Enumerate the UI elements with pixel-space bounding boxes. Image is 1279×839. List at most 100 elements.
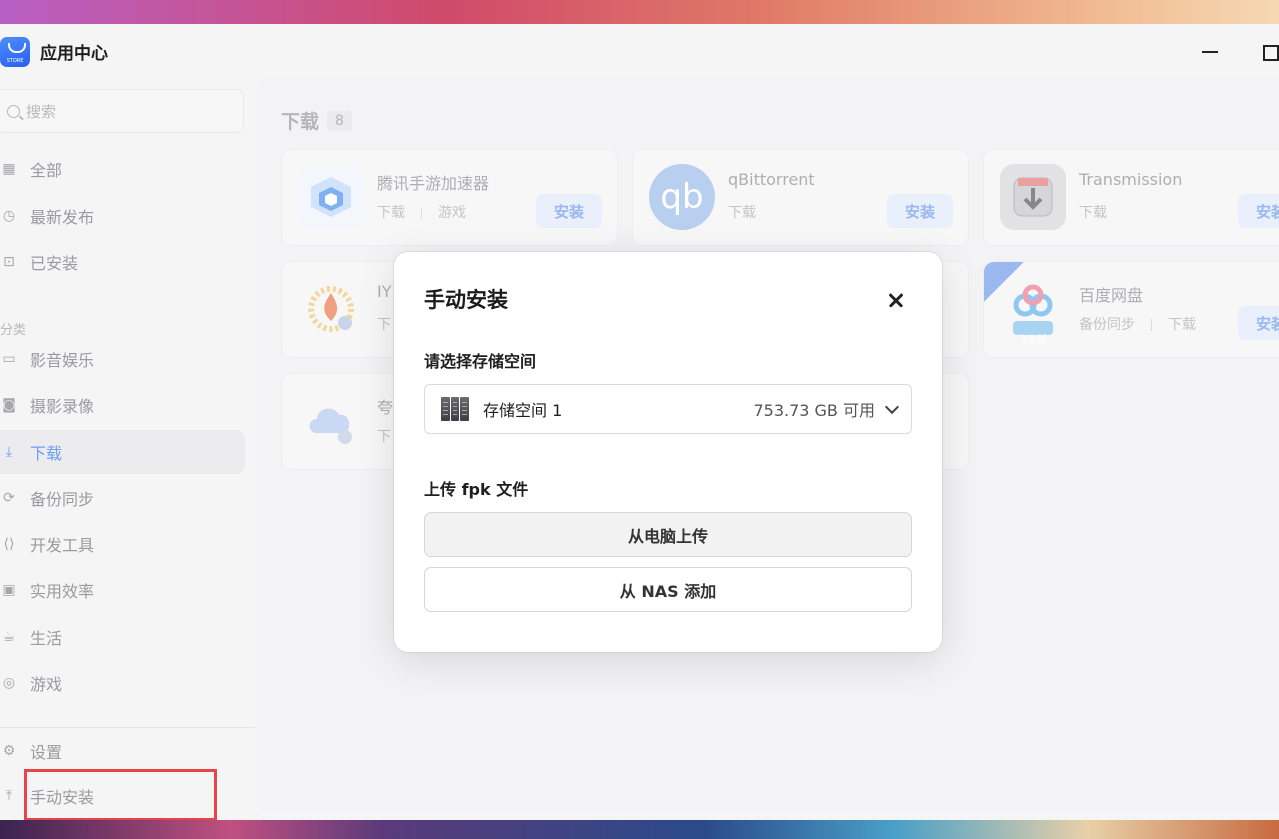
camera-icon: ◙ <box>2 397 16 413</box>
upload-from-pc-button[interactable]: 从电脑上传 <box>424 512 912 557</box>
download-icon: ⤓ <box>5 444 13 460</box>
sidebar-item-life[interactable]: ☕ 生活 <box>0 615 245 659</box>
cup-icon: ☕ <box>2 629 16 645</box>
upload-label: 上传 fpk 文件 <box>424 480 529 499</box>
dialog-title: 手动安装 <box>424 288 508 312</box>
search-input[interactable]: 搜索 <box>0 89 244 133</box>
sidebar-item-download[interactable]: ⤓ 下载 <box>0 430 245 474</box>
sidebar-item-photo[interactable]: ◙ 摄影录像 <box>0 383 245 427</box>
app-name: qBittorrent <box>728 170 815 189</box>
sidebar-item-backup[interactable]: ⟳ 备份同步 <box>0 476 245 520</box>
briefcase-icon: ▣ <box>2 582 16 598</box>
app-card[interactable]: Transmission 下载 安装 <box>983 149 1279 246</box>
app-tags: 下 <box>377 426 391 446</box>
desktop-wallpaper <box>0 820 1279 839</box>
storage-name: 存储空间 1 <box>483 401 563 420</box>
sidebar-item-label: 实用效率 <box>30 582 95 601</box>
logo-text: STORE <box>6 57 24 64</box>
app-tag: 下载 <box>1079 205 1107 221</box>
install-button[interactable]: 安装 <box>887 194 953 228</box>
app-name: 百度网盘 <box>1079 286 1144 305</box>
sync-icon: ⟳ <box>3 490 15 506</box>
app-card[interactable]: 腾讯手游加速器 下载 游戏 安装 <box>281 149 618 246</box>
search-icon <box>7 104 20 118</box>
video-icon: ▭ <box>2 351 16 367</box>
sidebar-item-productivity[interactable]: ▣ 实用效率 <box>0 568 245 612</box>
sidebar-item-label: 生活 <box>30 629 63 648</box>
grid-icon: ▦ <box>2 161 16 177</box>
app-tags: 下载 游戏 <box>377 202 466 222</box>
storage-free-space: 753.73 GB 可用 <box>753 401 875 420</box>
upload-icon: ⤒ <box>5 788 13 804</box>
sidebar-item-devtools[interactable]: ⟨⟩ 开发工具 <box>0 522 245 566</box>
qbittorrent-icon: qb <box>649 164 715 230</box>
search-placeholder: 搜索 <box>26 102 57 121</box>
title-bar: STORE 应用中心 <box>0 24 1279 79</box>
app-name: IY <box>377 282 392 301</box>
app-store-logo-icon: STORE <box>0 36 30 67</box>
iyuu-icon <box>298 276 364 342</box>
minimize-button[interactable] <box>1199 40 1221 62</box>
sidebar-item-label: 下载 <box>30 444 63 463</box>
storage-server-icon <box>441 397 470 421</box>
storage-label: 请选择存储空间 <box>424 352 537 371</box>
app-name: Transmission <box>1079 170 1183 189</box>
transmission-icon <box>1000 164 1066 230</box>
section-title: 下载 8 <box>281 107 352 134</box>
app-tags: 下载 <box>728 202 756 222</box>
app-title: 应用中心 <box>40 44 108 64</box>
count-badge: 8 <box>327 110 352 131</box>
quark-cloud-icon <box>298 388 364 454</box>
app-name: 夸 <box>377 398 394 417</box>
app-name: 腾讯手游加速器 <box>377 174 490 193</box>
app-card[interactable]: qb qBittorrent 下载 安装 <box>632 149 969 246</box>
sidebar-item-label: 游戏 <box>30 675 63 694</box>
close-icon[interactable] <box>886 290 906 310</box>
install-button[interactable]: 安装 <box>1238 306 1279 340</box>
sidebar-item-label: 全部 <box>30 161 63 180</box>
sidebar-item-games[interactable]: ◎ 游戏 <box>0 661 245 705</box>
clock-icon: ◷ <box>2 208 16 224</box>
sidebar-item-all[interactable]: ▦ 全部 <box>0 147 245 191</box>
install-button[interactable]: 安装 <box>536 194 602 228</box>
baidu-netdisk-icon: 飞牛版 <box>1000 276 1066 346</box>
chevron-down-icon <box>884 399 900 414</box>
sidebar-item-label: 设置 <box>30 743 63 762</box>
maximize-button[interactable] <box>1257 40 1279 62</box>
highlight-annotation-box <box>24 769 217 820</box>
app-tag: 下 <box>377 317 391 333</box>
app-tag: 下载 <box>377 205 405 221</box>
install-button[interactable]: 安装 <box>1238 194 1279 228</box>
sidebar: 搜索 ▦ 全部 ◷ 最新发布 ⊡ 已安装 分类 ▭ 影音娱乐 ◙ 摄影录像 ⤓ … <box>0 79 255 820</box>
sidebar-item-label: 最新发布 <box>30 208 95 227</box>
app-tag: 下载 <box>1168 317 1196 333</box>
app-tag: 下载 <box>728 205 756 221</box>
code-icon: ⟨⟩ <box>3 536 15 552</box>
app-tag: 下 <box>377 429 391 445</box>
sidebar-item-label: 摄影录像 <box>30 397 95 416</box>
app-tags: 下载 <box>1079 202 1107 222</box>
app-tags: 下 <box>377 314 391 334</box>
sidebar-item-label: 影音娱乐 <box>30 351 95 370</box>
app-tag: 备份同步 <box>1079 317 1135 333</box>
sidebar-item-media[interactable]: ▭ 影音娱乐 <box>0 337 245 381</box>
sidebar-item-latest[interactable]: ◷ 最新发布 <box>0 194 245 238</box>
sidebar-divider <box>0 727 255 728</box>
gear-icon: ⚙ <box>2 743 16 759</box>
app-tags: 备份同步 下载 <box>1079 314 1196 334</box>
sidebar-item-label: 开发工具 <box>30 536 95 555</box>
section-title-text: 下载 <box>281 111 320 133</box>
gamepad-icon: ◎ <box>2 675 16 691</box>
sidebar-item-installed[interactable]: ⊡ 已安装 <box>0 240 245 284</box>
sidebar-item-label: 备份同步 <box>30 490 95 509</box>
installed-box-icon: ⊡ <box>3 254 15 270</box>
storage-select[interactable]: 存储空间 1 753.73 GB 可用 <box>424 384 912 434</box>
app-edition-badge: 飞牛版 <box>1017 335 1047 346</box>
add-from-nas-button[interactable]: 从 NAS 添加 <box>424 567 912 612</box>
sidebar-item-label: 已安装 <box>30 254 79 273</box>
app-card[interactable]: 飞牛版 百度网盘 备份同步 下载 安装 <box>983 261 1279 358</box>
tencent-accelerator-icon <box>298 164 364 230</box>
manual-install-dialog: 手动安装 请选择存储空间 存储空间 1 753.73 GB 可用 上传 fpk … <box>394 252 942 652</box>
category-heading: 分类 <box>0 323 27 338</box>
sidebar-item-settings[interactable]: ⚙ 设置 <box>0 729 245 773</box>
